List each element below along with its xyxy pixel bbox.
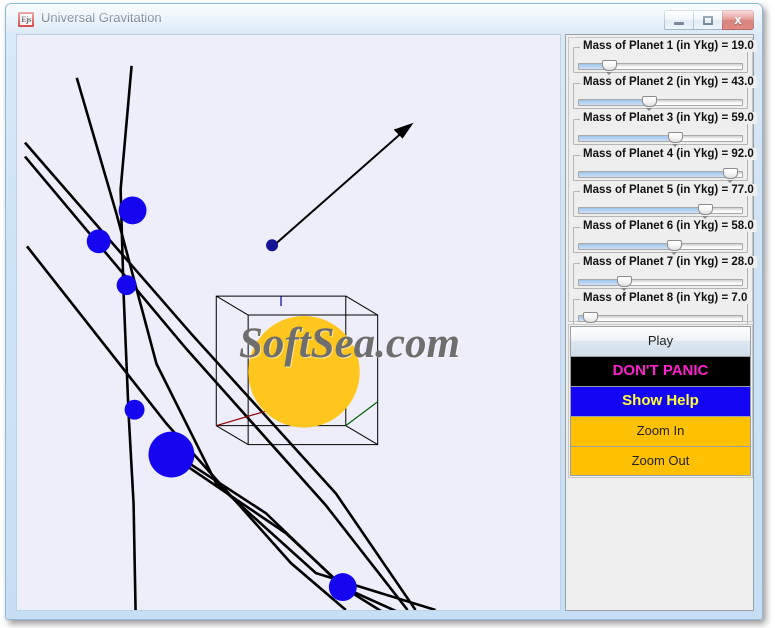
slider-label: Mass of Planet 2 (in Ykg) = 43.0: [580, 76, 757, 88]
zoom-in-button[interactable]: Zoom In: [570, 416, 751, 446]
slider-track-area[interactable]: [578, 276, 743, 291]
mass-planet-1-slider[interactable]: Mass of Planet 1 (in Ykg) = 19.0: [573, 40, 757, 75]
mass-planet-8-slider[interactable]: Mass of Planet 8 (in Ykg) = 7.0: [573, 292, 751, 327]
maximize-button[interactable]: [693, 10, 722, 30]
slider-thumb[interactable]: [698, 204, 714, 215]
slider-tick-marker: [702, 216, 709, 219]
slider-label: Mass of Planet 6 (in Ykg) = 58.0: [580, 220, 757, 232]
mass-planet-3-slider[interactable]: Mass of Planet 3 (in Ykg) = 59.0: [573, 112, 757, 147]
planet-body: [118, 196, 147, 225]
slider-label: Mass of Planet 1 (in Ykg) = 19.0: [580, 40, 757, 52]
slider-track[interactable]: [578, 315, 743, 322]
mass-planet-2-slider[interactable]: Mass of Planet 2 (in Ykg) = 43.0: [573, 76, 757, 111]
mass-sliders-container: Mass of Planet 1 (in Ykg) = 19.0 Mass of …: [568, 37, 757, 327]
slider-thumb[interactable]: [582, 312, 598, 323]
mass-planet-6-slider[interactable]: Mass of Planet 6 (in Ykg) = 58.0: [573, 220, 757, 255]
slider-track-area[interactable]: [578, 204, 743, 219]
slider-fill: [579, 208, 705, 213]
slider-label: Mass of Planet 3 (in Ykg) = 59.0: [580, 112, 757, 124]
slider-label: Mass of Planet 8 (in Ykg) = 7.0: [580, 292, 751, 304]
minimize-icon: [665, 11, 693, 29]
slider-tick-marker: [670, 252, 677, 255]
slider-thumb[interactable]: [617, 276, 633, 287]
slider-tick-marker: [621, 288, 628, 291]
title-bar: Ejs Universal Gravitation x: [6, 4, 762, 34]
velocity-arrow: [266, 122, 414, 252]
slider-thumb[interactable]: [641, 96, 657, 107]
show-help-button[interactable]: Show Help: [570, 386, 751, 416]
slider-tick-marker: [606, 72, 613, 75]
window-title: Universal Gravitation: [41, 10, 162, 25]
planet-body: [328, 573, 357, 602]
close-icon: x: [734, 12, 742, 27]
slider-fill: [579, 244, 673, 249]
slider-label: Mass of Planet 5 (in Ykg) = 77.0: [580, 184, 757, 196]
slider-thumb[interactable]: [602, 60, 618, 71]
slider-thumb[interactable]: [666, 240, 682, 251]
slider-fill: [579, 100, 648, 105]
slider-tick-marker: [672, 144, 679, 147]
slider-tick-marker: [726, 180, 733, 183]
control-panel: Mass of Planet 1 (in Ykg) = 19.0 Mass of …: [565, 34, 757, 611]
trajectory-lines: [23, 65, 436, 610]
planet-body: [116, 275, 137, 296]
slider-label: Mass of Planet 7 (in Ykg) = 28.0: [580, 256, 757, 268]
mass-planet-4-slider[interactable]: Mass of Planet 4 (in Ykg) = 92.0: [573, 148, 757, 183]
maximize-icon: [694, 11, 722, 29]
dont-panic-button[interactable]: DON'T PANIC: [570, 356, 751, 386]
zoom-out-button[interactable]: Zoom Out: [570, 446, 751, 476]
application-window: Ejs Universal Gravitation x SoftSea.com …: [5, 3, 763, 620]
planet-body: [86, 229, 111, 254]
planet-body: [124, 399, 145, 420]
play-button[interactable]: Play: [570, 326, 751, 356]
slider-thumb[interactable]: [668, 132, 684, 143]
simulation-drawing: [23, 65, 436, 610]
ejs-app-icon: Ejs: [18, 12, 34, 27]
action-buttons-container: Play DON'T PANIC Show Help Zoom In Zoom Out: [568, 324, 753, 478]
minimize-button[interactable]: [664, 10, 693, 30]
mass-planet-5-slider[interactable]: Mass of Planet 5 (in Ykg) = 77.0: [573, 184, 757, 219]
slider-track-area[interactable]: [578, 132, 743, 147]
slider-track-area[interactable]: [578, 60, 743, 75]
close-button[interactable]: x: [722, 10, 754, 30]
slider-track-area[interactable]: [578, 96, 743, 111]
mass-planet-7-slider[interactable]: Mass of Planet 7 (in Ykg) = 28.0: [573, 256, 757, 291]
client-area: SoftSea.com Mass of Planet 1 (in Ykg) = …: [13, 34, 757, 614]
slider-fill: [579, 136, 675, 141]
sun-body: [248, 316, 360, 428]
planet-body: [148, 431, 195, 478]
slider-tick-marker: [645, 108, 652, 111]
slider-track-area[interactable]: [578, 240, 743, 255]
y-axis-line: [345, 401, 379, 427]
slider-label: Mass of Planet 4 (in Ykg) = 92.0: [580, 148, 757, 160]
slider-fill: [579, 172, 729, 177]
slider-thumb[interactable]: [722, 168, 738, 179]
simulation-canvas[interactable]: SoftSea.com: [16, 34, 561, 611]
slider-track-area[interactable]: [578, 168, 743, 183]
slider-track-area[interactable]: [578, 312, 743, 327]
